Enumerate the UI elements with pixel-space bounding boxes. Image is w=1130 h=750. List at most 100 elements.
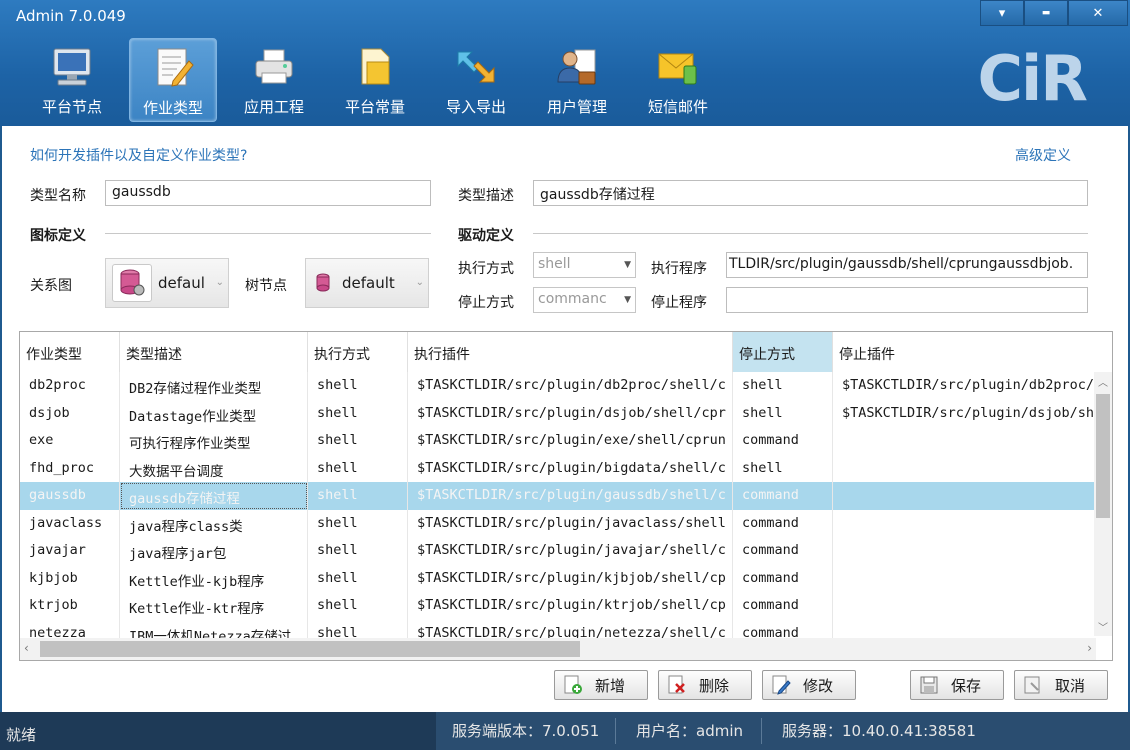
table-row[interactable]: javajar java程序jar包 shell $TASKCTLDIR/src/pl… <box>20 537 1096 565</box>
column-header-stop-plugin[interactable]: 停止插件 <box>833 332 1096 372</box>
cell-type-desc: DB2存储过程作业类型 <box>120 372 308 400</box>
exec-mode-select[interactable]: shell ▼ <box>533 252 636 278</box>
cell-type-desc: java程序jar包 <box>120 537 308 565</box>
save-button[interactable]: 保存 <box>910 670 1004 700</box>
type-desc-input[interactable]: gaussdb存储过程 <box>533 180 1088 206</box>
type-name-input[interactable]: gaussdb <box>105 180 431 206</box>
cell-exec-plugin: $TASKCTLDIR/src/plugin/dsjob/shell/cpr <box>408 399 733 427</box>
table-row[interactable]: exe 可执行程序作业类型 shell $TASKCTLDIR/src/plugin/… <box>20 427 1096 455</box>
minimize-icon: ▬ <box>1041 8 1051 18</box>
user-management-icon <box>557 49 596 85</box>
cell-stop-mode: command <box>733 592 833 620</box>
horizontal-scrollbar[interactable]: ‹ › <box>20 638 1096 660</box>
cancel-button[interactable]: 取消 <box>1014 670 1108 700</box>
scrollbar-thumb[interactable] <box>40 641 580 657</box>
icon-section-title: 图标定义 <box>30 228 86 244</box>
minimize-button[interactable]: ▬ <box>1024 0 1068 26</box>
stop-program-label: 停止程序 <box>651 295 707 311</box>
status-bar: 就绪 服务端版本：7.0.051 用户名：admin 服务器：10.40.0.4… <box>0 712 1130 750</box>
database-small-icon <box>312 271 336 295</box>
table-row[interactable]: db2proc DB2存储过程作业类型 shell $TASKCTLDIR/src/p… <box>20 372 1096 400</box>
exec-program-input[interactable]: TLDIR/src/plugin/gaussdb/shell/cprungaus… <box>726 252 1088 278</box>
vertical-scrollbar[interactable]: ︿ ﹀ <box>1094 372 1112 636</box>
table-row[interactable]: dsjob Datastage作业类型 shell $TASKCTLDIR/src/p… <box>20 399 1096 427</box>
column-header-exec-mode[interactable]: 执行方式 <box>308 332 408 372</box>
cell-stop-mode: shell <box>733 454 833 482</box>
section-divider <box>533 233 1088 234</box>
scroll-right-icon[interactable]: › <box>1087 641 1092 655</box>
mail-icon <box>658 53 697 85</box>
table-row[interactable]: gaussdb gaussdb存储过程 shell $TASKCTLDIR/src/p… <box>20 482 1096 510</box>
scrollbar-thumb[interactable] <box>1096 394 1110 518</box>
menu-arrow-icon: ▾ <box>998 5 1006 21</box>
column-header-job-type[interactable]: 作业类型 <box>20 332 120 372</box>
chevron-down-icon: ⌄ <box>215 277 224 288</box>
scroll-left-icon[interactable]: ‹ <box>24 641 29 655</box>
app-header: Admin 7.0.049 ▾ ▬ ✕ 平台节点 作业类型 应用工程 平台常量 … <box>0 0 1130 126</box>
save-icon <box>920 676 938 694</box>
cell-stop-plugin <box>833 565 1096 593</box>
table-row[interactable]: javaclass java程序class类 shell $TASKCTLDIR/sr… <box>20 509 1096 537</box>
table-row[interactable]: kjbjob Kettle作业-kjb程序 shell $TASKCTLDIR/src… <box>20 564 1096 593</box>
cell-job-type: dsjob <box>20 399 120 427</box>
exec-mode-value: shell <box>538 256 571 272</box>
cancel-icon <box>1024 676 1040 694</box>
cell-job-type: javajar <box>20 537 120 565</box>
dropdown-arrow-icon: ▼ <box>624 295 631 305</box>
cell-stop-plugin: $TASKCTLDIR/src/plugin/db2proc/s <box>842 377 1096 393</box>
import-export-arrows-icon <box>457 51 495 83</box>
table-row[interactable]: ktrjob Kettle作业-ktr程序 shell $TASKCTLDIR/src… <box>20 592 1096 620</box>
column-header-exec-plugin[interactable]: 执行插件 <box>408 332 733 372</box>
stop-mode-label: 停止方式 <box>458 295 514 311</box>
job-type-editor: 如何开发插件以及自定义作业类型? 高级定义 类型名称 gaussdb 类型描述 … <box>2 126 1128 712</box>
cell-type-desc: Datastage作业类型 <box>120 399 308 427</box>
nav-item-sms-email[interactable]: 短信邮件 <box>634 38 722 122</box>
delete-button[interactable]: 删除 <box>658 670 752 700</box>
cell-exec-plugin: $TASKCTLDIR/src/plugin/ktrjob/shell/cp <box>408 592 733 620</box>
stop-program-input[interactable] <box>726 287 1088 313</box>
nav-label: 导入导出 <box>445 98 506 116</box>
cell-exec-mode: shell <box>308 399 408 427</box>
add-button[interactable]: 新增 <box>554 670 648 700</box>
tree-node-icon-select[interactable]: default ⌄ <box>305 258 429 308</box>
relation-graph-icon-select[interactable]: defaul ⌄ <box>105 258 229 308</box>
modify-button[interactable]: 修改 <box>762 670 856 700</box>
nav-label: 平台节点 <box>41 98 102 116</box>
main-nav: 平台节点 作业类型 应用工程 平台常量 导入导出 用户管理 短信邮件 <box>28 38 735 122</box>
nav-item-platform-constants[interactable]: 平台常量 <box>331 38 419 122</box>
advanced-definition-link[interactable]: 高级定义 <box>1015 145 1071 165</box>
cell-exec-plugin: $TASKCTLDIR/src/plugin/kjbjob/shell/cp <box>408 564 733 592</box>
table-row[interactable]: fhd_proc 大数据平台调度 shell $TASKCTLDIR/src/plug… <box>20 454 1096 482</box>
nav-item-job-types[interactable]: 作业类型 <box>129 38 217 122</box>
cell-stop-mode: shell <box>733 399 833 427</box>
cell-stop-plugin <box>833 592 1096 620</box>
add-button-label: 新增 <box>595 676 626 695</box>
cell-exec-plugin: $TASKCTLDIR/src/plugin/bigdata/shell/c <box>408 454 733 482</box>
column-header-type-desc[interactable]: 类型描述 <box>120 332 308 372</box>
scroll-down-icon[interactable]: ﹀ <box>1098 619 1108 634</box>
nav-item-import-export[interactable]: 导入导出 <box>432 38 520 122</box>
help-link[interactable]: 如何开发插件以及自定义作业类型? <box>30 145 247 165</box>
close-button[interactable]: ✕ <box>1068 0 1128 26</box>
save-button-label: 保存 <box>951 676 982 695</box>
cell-stop-mode: command <box>733 482 833 510</box>
add-document-icon <box>564 675 582 694</box>
nav-item-platform-nodes[interactable]: 平台节点 <box>28 38 116 122</box>
nav-item-app-projects[interactable]: 应用工程 <box>230 38 318 122</box>
cell-job-type: db2proc <box>20 372 120 400</box>
cell-type-desc: Kettle作业-kjb程序 <box>120 564 308 592</box>
status-state: 就绪 <box>6 726 37 744</box>
cell-type-desc: gaussdb存储过程 <box>120 482 308 510</box>
username: 用户名：admin <box>636 722 743 740</box>
modify-button-label: 修改 <box>803 676 834 695</box>
cell-stop-mode: command <box>733 537 833 565</box>
cell-stop-plugin <box>833 427 1096 455</box>
dropdown-menu-button[interactable]: ▾ <box>980 0 1024 26</box>
edit-document-icon <box>157 48 194 87</box>
dropdown-arrow-icon: ▼ <box>624 260 631 270</box>
stop-mode-select[interactable]: commanc ▼ <box>533 287 636 313</box>
nav-item-user-management[interactable]: 用户管理 <box>533 38 621 122</box>
scroll-up-icon[interactable]: ︿ <box>1098 374 1108 389</box>
column-header-stop-mode[interactable]: 停止方式 <box>733 332 833 372</box>
status-left-panel <box>0 712 436 750</box>
